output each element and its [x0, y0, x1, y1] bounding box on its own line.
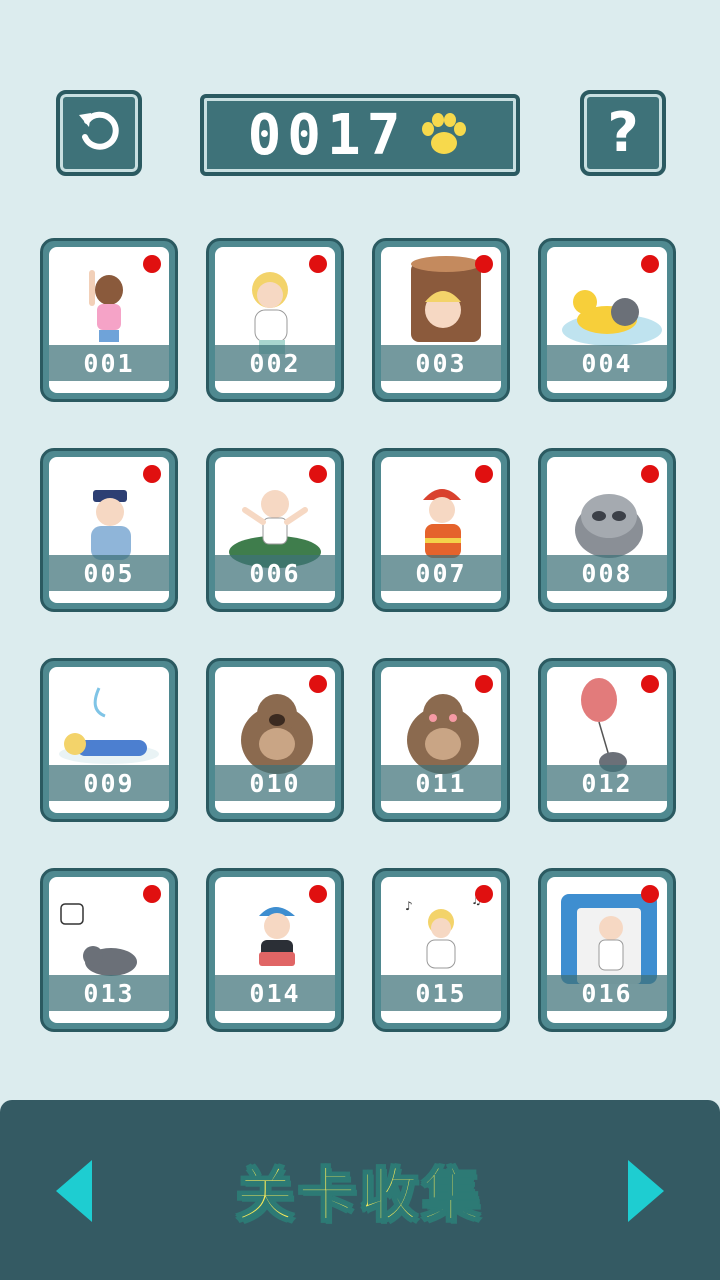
new-badge-dot [641, 255, 659, 273]
level-number: 002 [249, 348, 301, 378]
level-number: 003 [415, 348, 467, 378]
level-card-012[interactable]: 012 [538, 658, 676, 822]
level-number-band: 014 [215, 975, 335, 1011]
level-card-frame: 009 [49, 667, 169, 813]
level-number: 015 [415, 978, 467, 1008]
level-number-band: 009 [49, 765, 169, 801]
level-card-frame: 013 [49, 877, 169, 1023]
new-badge-dot [309, 675, 327, 693]
level-number-band: 015 [381, 975, 501, 1011]
level-number: 004 [581, 348, 633, 378]
level-card-006[interactable]: 006 [206, 448, 344, 612]
level-number: 010 [249, 768, 301, 798]
level-card-001[interactable]: 001 [40, 238, 178, 402]
level-number: 001 [83, 348, 135, 378]
undo-button[interactable] [56, 90, 142, 176]
level-number-band: 012 [547, 765, 667, 801]
level-card-frame: 008 [547, 457, 667, 603]
paw-icon [416, 107, 472, 163]
level-card-frame: 007 [381, 457, 501, 603]
level-card-frame: 014 [215, 877, 335, 1023]
level-number-band: 010 [215, 765, 335, 801]
level-card-frame: 005 [49, 457, 169, 603]
new-badge-dot [143, 465, 161, 483]
new-badge-dot [641, 885, 659, 903]
new-badge-dot [143, 255, 161, 273]
level-card-015[interactable]: ♪♫015 [372, 868, 510, 1032]
new-badge-dot [309, 255, 327, 273]
help-label: ? [607, 101, 639, 164]
help-button[interactable]: ? [580, 90, 666, 176]
level-card-frame: 004 [547, 247, 667, 393]
triangle-right-icon [628, 1160, 664, 1222]
level-number: 012 [581, 768, 633, 798]
level-number-band: 002 [215, 345, 335, 381]
level-card-frame: 016 [547, 877, 667, 1023]
level-card-frame: 012 [547, 667, 667, 813]
level-number: 005 [83, 558, 135, 588]
level-number-band: 011 [381, 765, 501, 801]
level-card-005[interactable]: 005 [40, 448, 178, 612]
collection-title: 关卡收集 [235, 1160, 484, 1230]
new-badge-dot [641, 675, 659, 693]
level-number: 013 [83, 978, 135, 1008]
next-page-button[interactable] [624, 1158, 668, 1224]
new-badge-dot [143, 885, 161, 903]
level-number-band: 006 [215, 555, 335, 591]
level-number-band: 013 [49, 975, 169, 1011]
level-card-010[interactable]: 010 [206, 658, 344, 822]
level-grid: 001 002 003 004 005 006 007 008 009 010 011 012 013 0… [40, 238, 680, 1038]
prev-page-button[interactable] [52, 1158, 96, 1224]
level-number: 008 [581, 558, 633, 588]
level-card-009[interactable]: 009 [40, 658, 178, 822]
level-number: 014 [249, 978, 301, 1008]
new-badge-dot [475, 465, 493, 483]
new-badge-dot [309, 465, 327, 483]
level-number-band: 001 [49, 345, 169, 381]
level-card-004[interactable]: 004 [538, 238, 676, 402]
level-number-band: 005 [49, 555, 169, 591]
level-number-band: 008 [547, 555, 667, 591]
svg-text:♪: ♪ [405, 899, 413, 913]
new-badge-dot [309, 885, 327, 903]
level-card-007[interactable]: 007 [372, 448, 510, 612]
new-badge-dot [475, 675, 493, 693]
level-card-008[interactable]: 008 [538, 448, 676, 612]
level-card-frame: 011 [381, 667, 501, 813]
level-number-band: 007 [381, 555, 501, 591]
paw-counter: 0017 [200, 94, 520, 176]
level-number: 011 [415, 768, 467, 798]
level-number: 016 [581, 978, 633, 1008]
level-card-014[interactable]: 014 [206, 868, 344, 1032]
level-number: 007 [415, 558, 467, 588]
level-number: 006 [249, 558, 301, 588]
bottom-bar: 关卡收集 [0, 1100, 720, 1280]
level-card-frame: ♪♫015 [381, 877, 501, 1023]
level-card-frame: 006 [215, 457, 335, 603]
level-card-frame: 010 [215, 667, 335, 813]
counter-value: 0017 [247, 102, 407, 168]
triangle-left-icon [56, 1160, 92, 1222]
level-number: 009 [83, 768, 135, 798]
undo-arrow-icon [73, 105, 125, 161]
level-card-013[interactable]: 013 [40, 868, 178, 1032]
level-number-band: 016 [547, 975, 667, 1011]
level-card-011[interactable]: 011 [372, 658, 510, 822]
level-card-frame: 001 [49, 247, 169, 393]
level-card-003[interactable]: 003 [372, 238, 510, 402]
new-badge-dot [475, 255, 493, 273]
new-badge-dot [475, 885, 493, 903]
level-card-frame: 003 [381, 247, 501, 393]
level-number-band: 004 [547, 345, 667, 381]
level-card-frame: 002 [215, 247, 335, 393]
level-number-band: 003 [381, 345, 501, 381]
level-card-002[interactable]: 002 [206, 238, 344, 402]
new-badge-dot [641, 465, 659, 483]
level-card-016[interactable]: 016 [538, 868, 676, 1032]
